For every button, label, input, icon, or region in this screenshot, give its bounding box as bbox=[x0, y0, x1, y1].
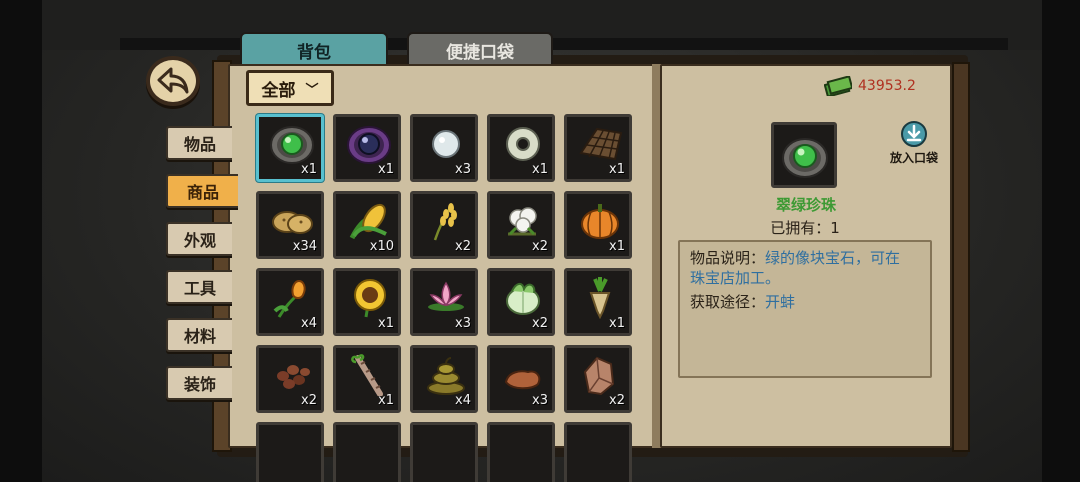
item-count: x1 bbox=[609, 239, 625, 254]
item-count: x2 bbox=[609, 393, 625, 408]
inventory-slot[interactable] bbox=[333, 422, 401, 482]
side-tab-appearance[interactable]: 外观 bbox=[166, 222, 232, 256]
item-count: x4 bbox=[455, 393, 471, 408]
inventory-slot[interactable]: x2 bbox=[256, 345, 324, 413]
pumpkin-icon bbox=[581, 204, 619, 239]
sunflower-icon bbox=[354, 279, 386, 318]
inventory-slot[interactable]: x1 bbox=[564, 268, 632, 336]
description-text-2: 珠宝店加工。 bbox=[690, 269, 781, 287]
net-icon bbox=[579, 127, 623, 161]
green-pearl-icon bbox=[270, 126, 314, 164]
inventory-slot[interactable]: x4 bbox=[256, 268, 324, 336]
tab-pocket[interactable]: 便捷口袋 bbox=[407, 32, 553, 66]
cabbage-icon bbox=[506, 283, 540, 315]
corn-icon bbox=[349, 203, 387, 240]
description-label: 物品说明： bbox=[690, 249, 766, 267]
item-count: x4 bbox=[301, 316, 317, 331]
filter-label: 全部 bbox=[261, 80, 296, 101]
inventory-slot[interactable]: x4 bbox=[410, 345, 478, 413]
inventory-slot[interactable]: x3 bbox=[487, 345, 555, 413]
item-count: x34 bbox=[292, 239, 317, 254]
inventory-slot[interactable] bbox=[487, 422, 555, 482]
inventory-slot[interactable]: x2 bbox=[487, 191, 555, 259]
wheat-icon bbox=[433, 203, 457, 241]
item-count: x3 bbox=[532, 393, 548, 408]
side-tab-tools[interactable]: 工具 bbox=[166, 270, 232, 304]
inventory-slot[interactable]: x2 bbox=[564, 345, 632, 413]
inventory-slot[interactable]: x1 bbox=[333, 268, 401, 336]
clay-icon bbox=[504, 370, 541, 390]
put-in-pocket-label: 放入口袋 bbox=[889, 151, 938, 165]
side-tab-decor[interactable]: 装饰 bbox=[166, 366, 232, 400]
lotus-icon bbox=[428, 281, 464, 311]
inventory-slot[interactable]: x1 bbox=[564, 114, 632, 182]
item-count: x1 bbox=[301, 162, 317, 177]
selected-item-slot bbox=[771, 122, 837, 188]
chevron-down-icon: ﹀ bbox=[305, 82, 319, 98]
white-pearl-icon bbox=[432, 130, 460, 158]
source-row: 获取途径：开蚌 bbox=[690, 292, 920, 312]
inventory-slot[interactable]: x3 bbox=[410, 268, 478, 336]
inventory-slot[interactable]: x1 bbox=[333, 345, 401, 413]
inventory-slot[interactable]: x10 bbox=[333, 191, 401, 259]
jade-disc-icon bbox=[506, 127, 540, 161]
put-in-pocket-button[interactable]: 放入口袋 bbox=[886, 120, 942, 168]
inventory-slot[interactable] bbox=[256, 422, 324, 482]
item-count: x2 bbox=[532, 316, 548, 331]
inventory-slot[interactable]: x2 bbox=[410, 191, 478, 259]
inventory-slot[interactable]: x2 bbox=[487, 268, 555, 336]
money-display: 43953.2 bbox=[824, 76, 916, 96]
inventory-grid: x1 x1 x3 x1 x1 x34 x10 x2 x2 x1 x4 x1 x3… bbox=[256, 114, 636, 482]
sugarcane-icon bbox=[351, 354, 383, 396]
description-line-1: 物品说明：绿的像块宝石，可在 bbox=[690, 248, 920, 268]
cotton-icon bbox=[508, 207, 537, 236]
book-cover-right bbox=[952, 62, 970, 452]
inventory-slot[interactable]: x3 bbox=[410, 114, 478, 182]
owned-count: 已拥有：1 bbox=[770, 219, 840, 237]
side-tab-goods[interactable]: 商品 bbox=[166, 174, 238, 208]
ore-icon bbox=[583, 356, 615, 396]
item-description-box: 物品说明：绿的像块宝石，可在 珠宝店加工。 获取途径：开蚌 bbox=[678, 240, 932, 378]
item-count: x1 bbox=[609, 316, 625, 331]
inventory-slot[interactable] bbox=[564, 422, 632, 482]
side-tab-materials[interactable]: 材料 bbox=[166, 318, 232, 352]
description-text-1: 绿的像块宝石，可在 bbox=[765, 249, 901, 267]
tab-bag[interactable]: 背包 bbox=[240, 32, 388, 66]
beans-icon bbox=[277, 365, 310, 389]
inventory-slot[interactable]: x34 bbox=[256, 191, 324, 259]
inventory-slot[interactable]: x1 bbox=[487, 114, 555, 182]
radish-icon bbox=[589, 277, 611, 319]
item-count: x1 bbox=[532, 162, 548, 177]
item-name: 翠绿珍珠 bbox=[775, 196, 836, 214]
black-pearl-icon bbox=[347, 126, 391, 164]
item-count: x1 bbox=[378, 316, 394, 331]
item-count: x1 bbox=[378, 393, 394, 408]
back-arrow-icon bbox=[157, 67, 189, 94]
download-icon bbox=[901, 121, 927, 147]
inventory-slot[interactable] bbox=[410, 422, 478, 482]
potato-icon bbox=[272, 211, 313, 234]
item-count: x2 bbox=[532, 239, 548, 254]
item-count: x3 bbox=[455, 162, 471, 177]
side-tab-items[interactable]: 物品 bbox=[166, 126, 232, 160]
inventory-slot[interactable]: x1 bbox=[333, 114, 401, 182]
item-count: x1 bbox=[378, 162, 394, 177]
item-count: x3 bbox=[455, 316, 471, 331]
game-screen: 背包 便捷口袋 物品 商品 外观 工具 材料 装饰 全部 ﹀ x1 x1 x3 … bbox=[0, 0, 1080, 482]
item-count: x1 bbox=[609, 162, 625, 177]
dung-icon bbox=[427, 357, 465, 395]
item-count: x2 bbox=[455, 239, 471, 254]
filter-dropdown[interactable]: 全部 ﹀ bbox=[246, 70, 334, 106]
source-value: 开蚌 bbox=[765, 293, 796, 311]
back-button[interactable] bbox=[146, 56, 200, 106]
source-label: 获取途径： bbox=[690, 293, 766, 311]
item-count: x2 bbox=[301, 393, 317, 408]
tulip-icon bbox=[273, 279, 306, 318]
green-pearl-icon bbox=[782, 138, 828, 178]
item-count: x10 bbox=[369, 239, 394, 254]
money-value: 43953.2 bbox=[858, 78, 916, 94]
inventory-slot[interactable]: x1 bbox=[256, 114, 324, 182]
inventory-slot[interactable]: x1 bbox=[564, 191, 632, 259]
cash-icon bbox=[824, 76, 852, 96]
